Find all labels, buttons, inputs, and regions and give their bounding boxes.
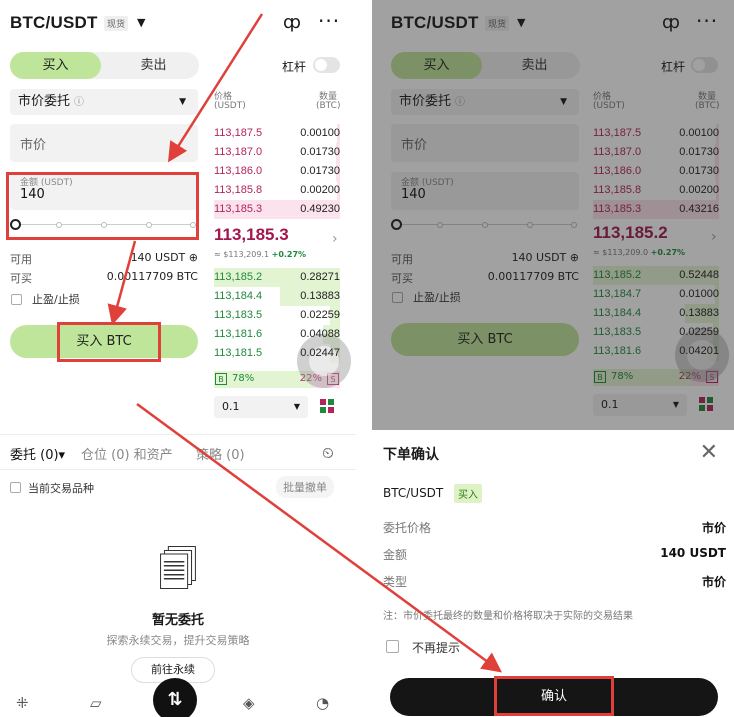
annotation-arrows — [107, 13, 503, 673]
